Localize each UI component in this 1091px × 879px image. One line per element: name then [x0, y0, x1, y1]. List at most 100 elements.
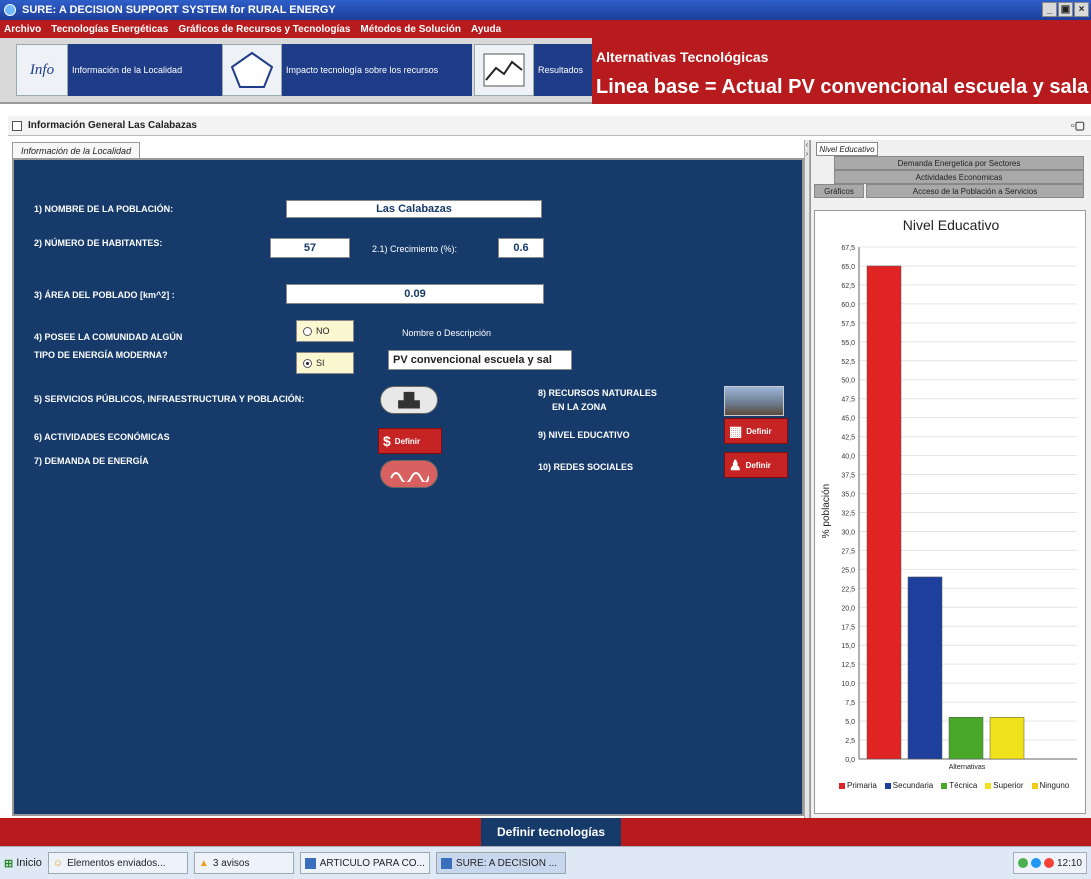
tab-informacion-localidad[interactable]: Información de la Localidad	[12, 142, 141, 158]
window-controls: _ ▣ ×	[1042, 2, 1089, 17]
restore-icon[interactable]: ▫▢	[1071, 119, 1085, 132]
frame-header: Información General Las Calabazas ▫▢	[8, 116, 1091, 136]
bar-superior	[989, 717, 1025, 760]
radio-si[interactable]: SI	[296, 352, 354, 374]
q4-desc-label: Nombre o Descripción	[402, 328, 492, 338]
energy-demand-button[interactable]	[380, 460, 438, 488]
security-icon[interactable]	[1043, 858, 1054, 868]
java-icon	[440, 857, 452, 869]
area-field[interactable]: 0.09	[286, 284, 544, 304]
education-define-label: Definir	[746, 426, 772, 436]
taskbar-item-label-1: 3 avisos	[212, 857, 250, 869]
y-tick-label: 37,5	[841, 473, 855, 480]
legend-item-técnica: Técnica	[941, 781, 977, 790]
y-tick-label: 65,0	[841, 264, 855, 271]
frame-title: Información General Las Calabazas	[28, 120, 197, 131]
y-tick-label: 55,0	[841, 340, 855, 347]
y-tick-label: 7,5	[845, 700, 855, 707]
taskbar-item-elementos[interactable]: ☺ Elementos enviados...	[47, 852, 188, 874]
legend-label: Superior	[993, 781, 1024, 790]
tab-acceso-servicios[interactable]: Acceso de la Población a Servicios	[866, 184, 1084, 198]
legend-item-ninguno: Ninguno	[1031, 781, 1069, 790]
clock: 12:10	[1056, 857, 1082, 869]
legend-swatch	[884, 782, 891, 789]
education-define-button[interactable]: ▦ Definir	[724, 418, 788, 444]
y-tick-label: 32,5	[841, 510, 855, 517]
chart-legend: Primaria Secundaria Técnica Superior Ninguno	[839, 781, 1079, 790]
app-window: SURE: A DECISION SUPPORT SYSTEM for RURA…	[0, 0, 1091, 879]
x-axis-label: Alternativas	[949, 764, 986, 771]
impacto-button[interactable]: Impacto tecnología sobre los recursos	[222, 44, 472, 96]
services-button[interactable]: ▟▙	[380, 386, 438, 414]
minimize-button[interactable]: _	[1042, 2, 1057, 17]
y-tick-label: 60,0	[841, 302, 855, 309]
tab-actividades-economicas[interactable]: Actividades Economicas	[834, 170, 1084, 184]
y-tick-label: 52,5	[841, 359, 855, 366]
tab-graficos[interactable]: Gráficos	[814, 184, 864, 198]
legend-item-superior: Superior	[985, 781, 1024, 790]
menu-tecnologias[interactable]: Tecnologías Energéticas	[51, 24, 168, 35]
population-name-field[interactable]: Las Calabazas	[286, 200, 542, 218]
q1-label: 1) NOMBRE DE LA POBLACIÓN:	[34, 204, 174, 214]
volume-icon[interactable]	[1030, 858, 1041, 868]
tab-demanda-energetica[interactable]: Demanda Energetica por Sectores	[834, 156, 1084, 170]
menu-ayuda[interactable]: Ayuda	[471, 24, 501, 35]
define-technologies-button[interactable]: Definir tecnologías	[481, 818, 621, 846]
taskbar-item-avisos[interactable]: ▲ 3 avisos	[193, 852, 294, 874]
menu-archivo[interactable]: Archivo	[4, 24, 41, 35]
natural-resources-button[interactable]	[724, 386, 784, 416]
taskbar: ⊞ Inicio ☺ Elementos enviados... ▲ 3 avi…	[0, 846, 1091, 879]
windows-icon: ⊞	[4, 857, 14, 870]
y-tick-label: 0,0	[845, 757, 855, 764]
q7-label: 7) DEMANDA DE ENERGÍA	[34, 456, 149, 466]
energy-description-field[interactable]: PV convencional escuela y sal	[388, 350, 572, 370]
resultados-button[interactable]: Resultados	[474, 44, 592, 96]
taskbar-item-label-3: SURE: A DECISION ...	[455, 857, 558, 869]
q9-label: 9) NIVEL EDUCATIVO	[538, 430, 630, 440]
menu-bar: Archivo Tecnologías Energéticas Gráficos…	[0, 20, 1091, 38]
radio-no[interactable]: NO	[296, 320, 354, 342]
network-icon[interactable]	[1017, 858, 1028, 868]
legend-label: Primaria	[847, 781, 877, 790]
radio-no-dot	[303, 326, 312, 336]
factory-icon: ▟▙	[398, 391, 420, 408]
line-chart-icon	[474, 44, 534, 96]
inhabitants-field[interactable]: 57	[270, 238, 350, 258]
chart-svg: 0,0 2,5 5,0 7,5 10,0 12,5 15,0 17,5 20,0 22,5 25,0…	[821, 245, 1077, 771]
y-tick-label: 50,0	[841, 378, 855, 385]
impacto-label: Impacto tecnología sobre los recursos	[286, 65, 439, 75]
social-define-label: Definir	[745, 460, 771, 470]
info-icon: Info	[16, 44, 68, 96]
frame-checkbox[interactable]	[12, 120, 22, 131]
menu-metodos[interactable]: Métodos de Solución	[360, 24, 461, 35]
y-tick-label: 12,5	[841, 662, 855, 669]
info-localidad-button[interactable]: Info Información de la Localidad	[16, 44, 222, 96]
taskbar-item-articulo[interactable]: ARTICULO PARA CO...	[299, 852, 430, 874]
q2-label: 2) NÚMERO DE HABITANTES:	[34, 238, 163, 248]
growth-field[interactable]: 0.6	[498, 238, 544, 258]
y-tick-label: 57,5	[841, 321, 855, 328]
taskbar-item-sure[interactable]: SURE: A DECISION ...	[435, 852, 566, 874]
start-button[interactable]: ⊞ Inicio	[4, 857, 42, 870]
y-tick-label: 17,5	[841, 624, 855, 631]
economic-define-button[interactable]: $ Definir	[378, 428, 442, 454]
bar-primaria	[866, 265, 902, 760]
q8-label-line1: 8) RECURSOS NATURALES	[538, 388, 657, 398]
y-tick-label: 10,0	[841, 681, 855, 688]
tab-nivel-educativo[interactable]: Nivel Educativo	[816, 142, 878, 156]
title-bar: SURE: A DECISION SUPPORT SYSTEM for RURA…	[0, 0, 1091, 20]
social-networks-define-button[interactable]: ♟ Definir	[724, 452, 788, 478]
y-tick-label: 35,0	[841, 492, 855, 499]
y-tick-label: 2,5	[845, 738, 855, 745]
economic-define-label: Definir	[394, 436, 421, 446]
close-button[interactable]: ×	[1074, 2, 1089, 17]
y-tick-label: 25,0	[841, 567, 855, 574]
maximize-button[interactable]: ▣	[1058, 2, 1073, 17]
menu-graficos[interactable]: Gráficos de Recursos y Tecnologías	[178, 24, 350, 35]
radio-si-dot	[303, 358, 312, 368]
y-tick-label: 42,5	[841, 435, 855, 442]
legend-swatch	[941, 782, 948, 789]
radio-si-label: SI	[316, 358, 325, 368]
q8-label-line2: EN LA ZONA	[552, 402, 607, 412]
q4-label-line2: TIPO DE ENERGÍA MODERNA?	[34, 350, 168, 360]
